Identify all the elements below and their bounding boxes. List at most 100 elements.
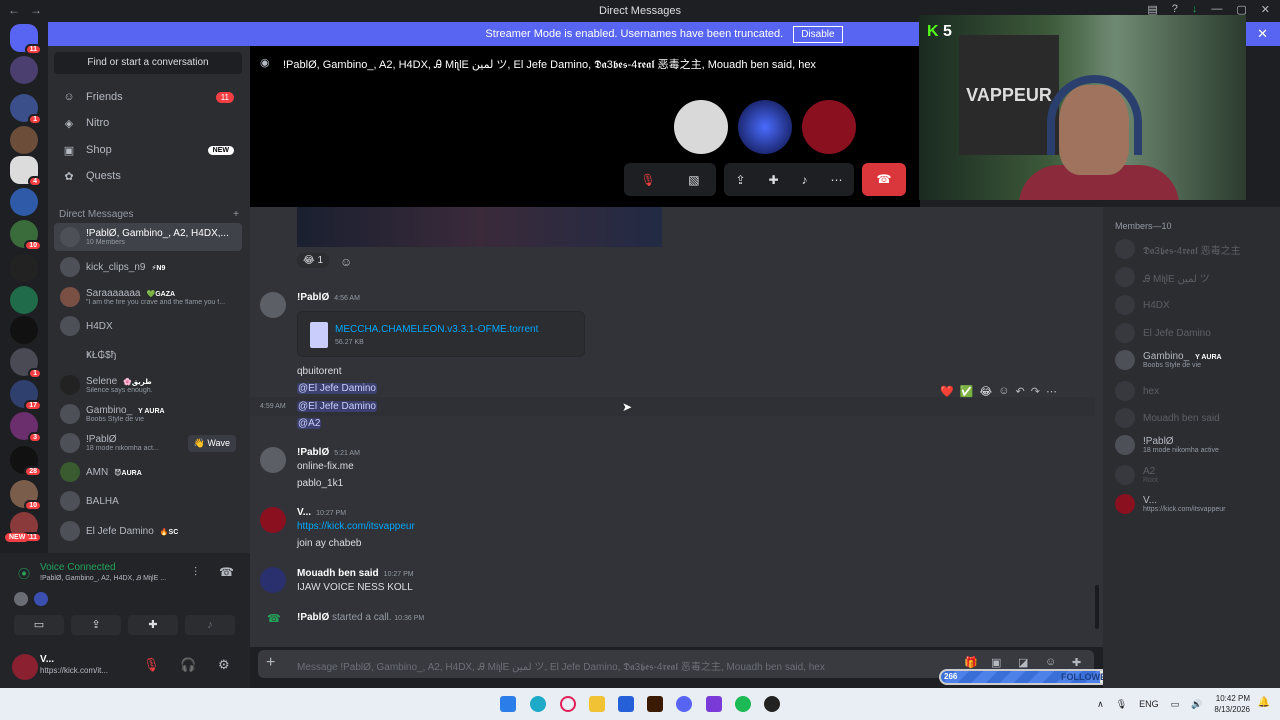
nav-shop[interactable]: ▣ Shop NEW — [54, 138, 242, 162]
file-name[interactable]: MECCHA.CHAMELEON.v3.3.1-OFME.torrent — [335, 324, 538, 335]
add-reaction-icon[interactable]: ☺ — [998, 385, 1009, 398]
member-item[interactable]: Gambino_ Y AURA Boobs Style de vie — [1115, 350, 1275, 370]
avatar[interactable] — [260, 567, 286, 593]
disable-streamer-button[interactable]: Disable — [793, 25, 843, 43]
check-reaction-icon[interactable]: ✅ — [960, 385, 974, 398]
member-item[interactable]: H4DX — [1115, 295, 1275, 315]
sticker-icon[interactable]: ◪ — [1018, 656, 1028, 669]
avatar[interactable] — [260, 447, 286, 473]
signal-icon[interactable]: ⦿ — [18, 565, 30, 582]
mic-muted-icon[interactable]: 🎙 — [143, 657, 160, 673]
find-conversation-button[interactable]: Find or start a conversation — [54, 52, 242, 74]
dm-item[interactable]: Saraaaaaaa 💚GAZA "I am the fire you crave … — [54, 283, 242, 311]
screenshare-button[interactable]: ⇪ — [71, 615, 121, 635]
screenshare-icon[interactable]: ⇪ — [735, 173, 745, 187]
call-participant-avatar[interactable] — [802, 100, 856, 154]
message-link[interactable]: https://kick.com/itsvappeur — [297, 521, 415, 532]
discord-home-icon[interactable]: 11 — [10, 24, 42, 55]
volume-icon[interactable]: 🔊 — [1191, 699, 1202, 710]
close-icon[interactable]: ✕ — [1257, 26, 1268, 42]
server-icon[interactable]: 28 — [10, 446, 42, 477]
dm-item[interactable]: !PablØ, Gambino_, A2, H4DX,... 10 Members — [54, 223, 242, 251]
voice-channel[interactable]: !PablØ, Gambino_, A2, H4DX, Ꭿ MiʅlE ... — [40, 575, 166, 583]
member-item[interactable]: El Jefe Damino — [1115, 323, 1275, 343]
author-name[interactable]: !PablØ — [297, 612, 329, 623]
forward-icon[interactable]: ↷ — [1031, 385, 1040, 398]
spotify-icon[interactable] — [735, 696, 751, 712]
nav-friends[interactable]: ☺ Friends 11 — [54, 85, 242, 109]
member-item[interactable]: Ꭿ MiʅlE لمين ツ — [1115, 267, 1275, 287]
dm-item[interactable]: ҜŁ₲$ђ — [54, 341, 242, 369]
scrollbar[interactable] — [1095, 585, 1099, 629]
dm-item[interactable]: El Jefe Damino 🔥SC — [54, 517, 242, 545]
add-dm-button[interactable]: + — [233, 209, 239, 220]
server-icon[interactable]: 10 — [10, 220, 42, 251]
member-item[interactable]: Mouadh ben said — [1115, 408, 1275, 428]
member-item[interactable]: V... https://kick.com/itsvappeur — [1115, 494, 1275, 514]
server-icon[interactable]: 4 — [10, 156, 42, 187]
clock[interactable]: 10:42 PM 8/13/2026 — [1214, 693, 1250, 715]
plus-icon[interactable]: + — [266, 654, 275, 672]
chevron-up-icon[interactable]: ∧ — [1097, 699, 1104, 710]
server-icon[interactable]: 10 — [10, 480, 42, 511]
soundboard-button[interactable]: ♪ — [185, 615, 235, 635]
illustrator-icon[interactable] — [647, 696, 663, 712]
member-item[interactable]: 𝕯𝖆3𝖇𝖊𝖘-4𝖗𝖊𝖆𝖑 恶毒之主 — [1115, 239, 1275, 259]
nav-nitro[interactable]: ◈ Nitro — [54, 111, 242, 135]
avatar[interactable] — [260, 292, 286, 318]
app-icon[interactable] — [706, 696, 722, 712]
author-name[interactable]: V... — [297, 507, 311, 518]
more-icon[interactable]: ⋯ — [831, 173, 843, 187]
camera-off-icon[interactable]: ▧ — [688, 173, 699, 187]
mention[interactable]: @El Jefe Damino — [297, 401, 377, 412]
dm-item[interactable]: BALHA — [54, 487, 242, 515]
hang-up-button[interactable]: ☎ — [862, 163, 906, 196]
soundboard-icon[interactable]: ♪ — [802, 173, 808, 187]
member-item[interactable]: hex — [1115, 381, 1275, 401]
back-forward-icons[interactable]: ←→ — [8, 3, 52, 17]
server-icon[interactable] — [10, 126, 38, 154]
laugh-reaction-icon[interactable]: 😂 — [979, 385, 992, 398]
server-icon[interactable] — [10, 254, 38, 282]
edge-icon[interactable] — [530, 696, 546, 712]
call-participant-avatar[interactable] — [674, 100, 728, 154]
notification-icon[interactable]: 🔔 — [1258, 697, 1270, 708]
gift-icon[interactable]: 🎁 — [964, 656, 978, 669]
mic-icon[interactable]: 🎙 — [1116, 699, 1127, 710]
author-name[interactable]: !PablØ — [297, 447, 329, 458]
more-icon[interactable]: ⋯ — [1046, 385, 1057, 398]
server-icon[interactable] — [10, 316, 38, 344]
image-attachment[interactable] — [297, 207, 662, 247]
network-icon[interactable]: ▭ — [1171, 699, 1180, 710]
apps-icon[interactable]: ✚ — [1072, 656, 1081, 669]
dm-item[interactable]: !PablØ 18 mode nikomha act... 👋 Wave — [54, 429, 242, 457]
dm-item[interactable]: AMN 😈AURA — [54, 458, 242, 486]
discord-icon[interactable] — [676, 696, 692, 712]
server-icon[interactable]: 1 — [10, 348, 42, 379]
server-icon[interactable] — [10, 286, 38, 314]
gear-icon[interactable]: ⚙ — [218, 657, 230, 673]
file-explorer-icon[interactable] — [589, 696, 605, 712]
start-icon[interactable] — [500, 696, 516, 712]
nav-quests[interactable]: ✿ Quests — [54, 164, 242, 188]
dm-item[interactable]: Gambino_ Y AURA Boobs Style de vie — [54, 400, 242, 428]
author-name[interactable]: Mouadh ben said — [297, 568, 379, 579]
camera-button[interactable]: ▭ — [14, 615, 64, 635]
avatar[interactable] — [260, 507, 286, 533]
dm-item[interactable]: kick_clips_n9 ⚡N9 — [54, 253, 242, 281]
close-window-button[interactable]: ✕ — [1261, 3, 1270, 16]
server-icon[interactable]: 3 — [10, 412, 42, 443]
activities-icon[interactable]: ✚ — [769, 173, 779, 187]
server-icon[interactable]: 1 — [10, 94, 42, 125]
obs-icon[interactable] — [764, 696, 780, 712]
emoji-icon[interactable]: ☺ — [1045, 656, 1056, 668]
file-attachment[interactable]: MECCHA.CHAMELEON.v3.3.1-OFME.torrent 56.… — [297, 311, 585, 357]
avatar[interactable] — [12, 654, 38, 680]
activities-button[interactable]: ✚ — [128, 615, 178, 635]
dm-item[interactable]: H4DX — [54, 312, 242, 340]
add-reaction-icon[interactable]: ☺ — [340, 255, 352, 269]
call-participant-avatar[interactable] — [738, 100, 792, 154]
reaction[interactable]: 😂 1 — [297, 253, 330, 268]
author-name[interactable]: !PablØ — [297, 292, 329, 303]
server-icon[interactable] — [10, 188, 38, 216]
